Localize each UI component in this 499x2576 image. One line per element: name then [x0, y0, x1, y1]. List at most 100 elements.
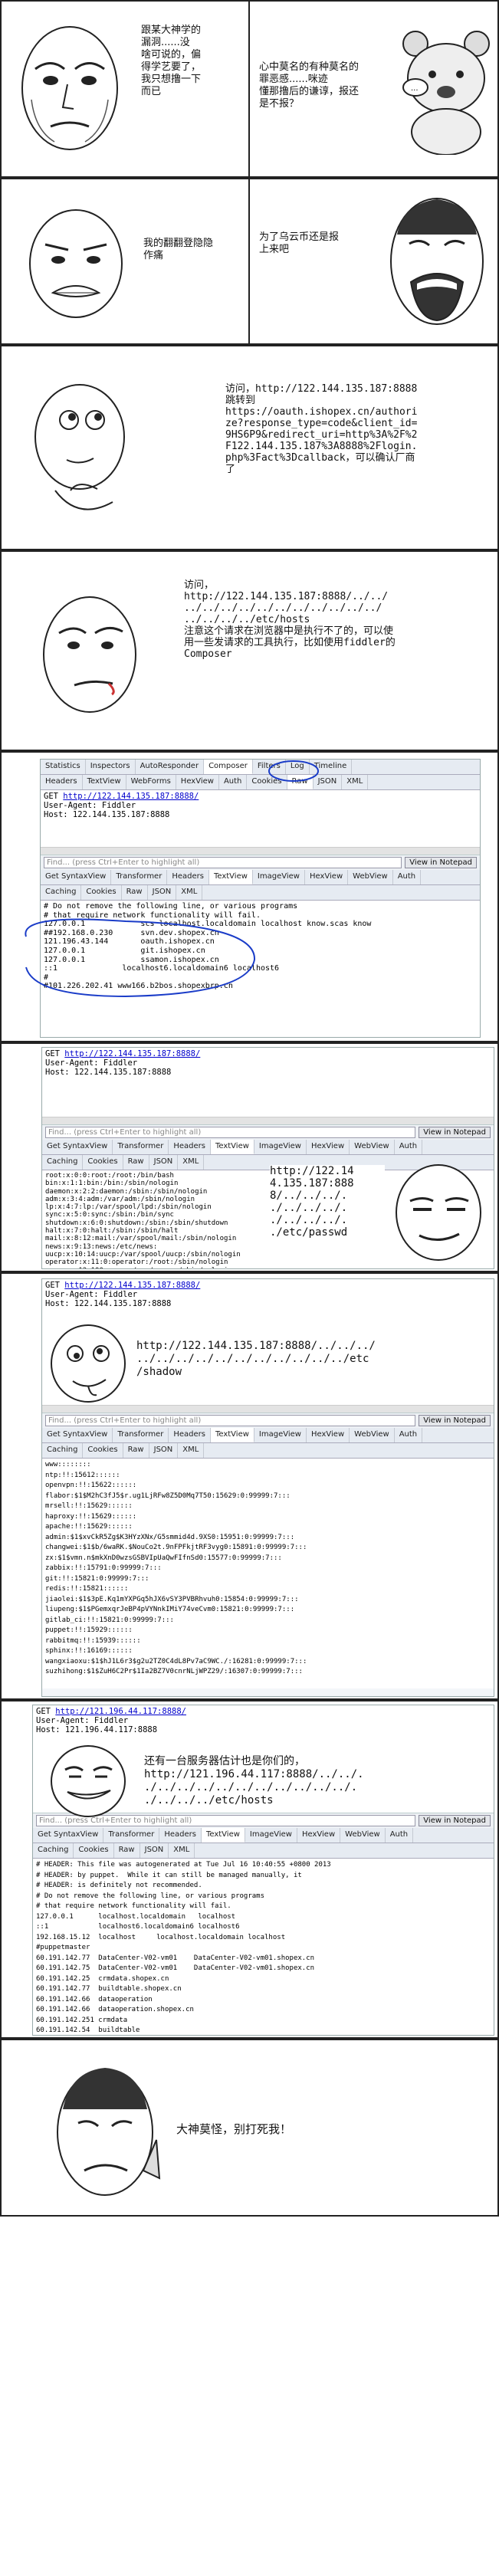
response-tab-auth[interactable]: Auth [395, 1140, 423, 1154]
comic-panel-3: 访问，http://122.144.135.187:8888 跳转到 https… [0, 345, 499, 550]
response-tab-headers[interactable]: Headers [169, 1140, 211, 1154]
request-headers: User-Agent: Fiddler Host: 122.144.135.18… [44, 801, 170, 819]
view-in-notepad-button[interactable]: View in Notepad [405, 857, 477, 868]
panel-2-left: 我的翻翻登隐隐 作痛 [2, 179, 248, 343]
response-subtab-xml[interactable]: XML [169, 1843, 195, 1858]
view-in-notepad-button[interactable]: View in Notepad [419, 1815, 491, 1826]
request-subtab-hexview[interactable]: HexView [176, 775, 219, 789]
response-tab-headers[interactable]: Headers [167, 870, 209, 884]
response-tab-textview[interactable]: TextView [210, 1140, 254, 1154]
view-in-notepad-button[interactable]: View in Notepad [419, 1415, 491, 1426]
response-subtab-xml[interactable]: XML [178, 1443, 205, 1458]
request-subtab-webforms[interactable]: WebForms [126, 775, 176, 789]
view-in-notepad-button[interactable]: View in Notepad [419, 1127, 491, 1138]
response-subtab-caching[interactable]: Caching [33, 1843, 74, 1858]
panel-3-caption: 访问，http://122.144.135.187:8888 跳转到 https… [225, 383, 418, 475]
response-subtab-json[interactable]: JSON [149, 1443, 179, 1458]
svg-text:...: ... [411, 84, 419, 93]
response-tab-webview[interactable]: WebView [350, 1428, 395, 1442]
response-tab-textview[interactable]: TextView [210, 1428, 254, 1442]
response-tab-imageview[interactable]: ImageView [253, 870, 305, 884]
request-headers: User-Agent: Fiddler Host: 122.144.135.18… [45, 1290, 172, 1308]
response-tab-textview[interactable]: TextView [201, 1828, 245, 1843]
response-tab-hexview[interactable]: HexView [307, 1428, 350, 1442]
response-subtab-json[interactable]: JSON [148, 885, 177, 900]
horizontal-scrollbar[interactable] [42, 1405, 494, 1413]
response-subtab-caching[interactable]: Caching [42, 1155, 84, 1170]
response-tab-auth[interactable]: Auth [393, 870, 422, 884]
response-subtab-cookies[interactable]: Cookies [81, 885, 122, 900]
horizontal-scrollbar[interactable] [42, 1117, 494, 1124]
response-tab-textview[interactable]: TextView [208, 870, 253, 884]
response-subtab-raw[interactable]: Raw [114, 1843, 140, 1858]
response-subtab-caching[interactable]: Caching [41, 885, 82, 900]
panel-1-right-caption: 心中莫名的有种莫名的 罪恶感......咪迹 懂那撸后的谦谆，报还 是不报？ [259, 61, 359, 110]
panel-1-right: 心中莫名的有种莫名的 罪恶感......咪迹 懂那撸后的谦谆，报还 是不报？ .… [250, 2, 497, 176]
response-tab-transformer[interactable]: Transformer [113, 1140, 169, 1154]
response-subtab-xml[interactable]: XML [178, 1155, 205, 1170]
response-tab-get-syntaxview[interactable]: Get SyntaxView [33, 1828, 104, 1843]
response-tab-imageview[interactable]: ImageView [245, 1828, 297, 1843]
tab-autoresponder[interactable]: AutoResponder [136, 760, 205, 774]
response-tab-webview[interactable]: WebView [350, 1140, 395, 1154]
response-tab-headers[interactable]: Headers [169, 1428, 211, 1442]
fiddler-panel-3: GET http://122.144.135.187:8888/ User-Ag… [0, 1272, 499, 1700]
request-url[interactable]: http://122.144.135.187:8888/ [63, 792, 199, 801]
response-tab-auth[interactable]: Auth [386, 1828, 414, 1843]
response-tab-get-syntaxview[interactable]: Get SyntaxView [42, 1140, 113, 1154]
request-subtab-headers[interactable]: Headers [41, 775, 83, 789]
request-headers: User-Agent: Fiddler Host: 121.196.44.117… [36, 1716, 158, 1734]
request-subtab-auth[interactable]: Auth [219, 775, 248, 789]
response-subtab-cookies[interactable]: Cookies [83, 1155, 123, 1170]
tab-statistics[interactable]: Statistics [41, 760, 86, 774]
response-text[interactable]: # HEADER: This file was autogenerated at… [33, 1859, 494, 2035]
request-url[interactable]: http://121.196.44.117:8888/ [55, 1707, 186, 1716]
response-subtab-json[interactable]: JSON [149, 1155, 179, 1170]
response-tab-webview[interactable]: WebView [348, 870, 393, 884]
find-input[interactable]: Find... (press Ctrl+Enter to highlight a… [45, 1127, 416, 1138]
response-subtab-cookies[interactable]: Cookies [74, 1843, 114, 1858]
tab-inspectors[interactable]: Inspectors [86, 760, 136, 774]
main-tabs: Statistics Inspectors AutoResponder Compose… [41, 760, 480, 775]
response-subtab-raw[interactable]: Raw [122, 885, 148, 900]
panel-2-right: 为了乌云币还是报 上来吧 [250, 179, 497, 343]
response-tab-transformer[interactable]: Transformer [111, 870, 168, 884]
serious-face-icon [21, 26, 118, 150]
response-tab-imageview[interactable]: ImageView [254, 1428, 307, 1442]
response-tab-get-syntaxview[interactable]: Get SyntaxView [41, 870, 112, 884]
response-tab-transformer[interactable]: Transformer [113, 1428, 169, 1442]
find-input[interactable]: Find... (press Ctrl+Enter to highlight a… [45, 1415, 416, 1426]
request-text[interactable]: GET http://122.144.135.187:8888/ User-Ag… [41, 790, 480, 847]
response-tab-get-syntaxview[interactable]: Get SyntaxView [42, 1428, 113, 1442]
request-subtab-textview[interactable]: TextView [83, 775, 126, 789]
response-text[interactable]: www:::::::: ntp:!!:15612:::::: openvpn:!… [42, 1459, 494, 1688]
response-tab-auth[interactable]: Auth [395, 1428, 423, 1442]
response-tab-headers[interactable]: Headers [159, 1828, 202, 1843]
response-tab-imageview[interactable]: ImageView [254, 1140, 307, 1154]
find-bar: Find... (press Ctrl+Enter to highlight a… [41, 855, 480, 870]
response-subtab-caching[interactable]: Caching [42, 1443, 84, 1458]
response-subtab-xml[interactable]: XML [176, 885, 203, 900]
response-tab-hexview[interactable]: HexView [297, 1828, 341, 1843]
horizontal-scrollbar[interactable] [41, 847, 480, 855]
composer-circle-annotation [268, 760, 319, 782]
fiddler-panel-4: GET http://121.196.44.117:8888/ User-Age… [0, 1700, 499, 2039]
response-subtab-raw[interactable]: Raw [123, 1155, 149, 1170]
ending-caption: 大神莫怪，别打死我！ [176, 2122, 292, 2136]
request-subtabs: Headers TextView WebForms HexView Auth Cookie… [41, 775, 480, 790]
response-tab-transformer[interactable]: Transformer [103, 1828, 160, 1843]
response-subtab-json[interactable]: JSON [140, 1843, 169, 1858]
request-text[interactable]: GET http://122.144.135.187:8888/ User-Ag… [42, 1048, 494, 1117]
response-tab-webview[interactable]: WebView [340, 1828, 386, 1843]
panel-1-left: 跟某大神学的 漏洞......没 啥可说的，偏 得学艺要了， 我只想撸一下 而已 [2, 2, 248, 176]
panel-4-caption: 访问， http://122.144.135.187:8888/../../ .… [184, 579, 396, 660]
request-url[interactable]: http://122.144.135.187:8888/ [64, 1049, 200, 1058]
tab-composer[interactable]: Composer [204, 760, 253, 774]
find-input[interactable]: Find... (press Ctrl+Enter to highlight a… [44, 857, 402, 868]
response-tab-hexview[interactable]: HexView [307, 1140, 350, 1154]
response-tab-hexview[interactable]: HexView [305, 870, 349, 884]
response-subtab-raw[interactable]: Raw [123, 1443, 149, 1458]
request-url[interactable]: http://122.144.135.187:8888/ [64, 1281, 200, 1290]
response-subtab-cookies[interactable]: Cookies [83, 1443, 123, 1458]
request-subtab-xml[interactable]: XML [342, 775, 369, 789]
